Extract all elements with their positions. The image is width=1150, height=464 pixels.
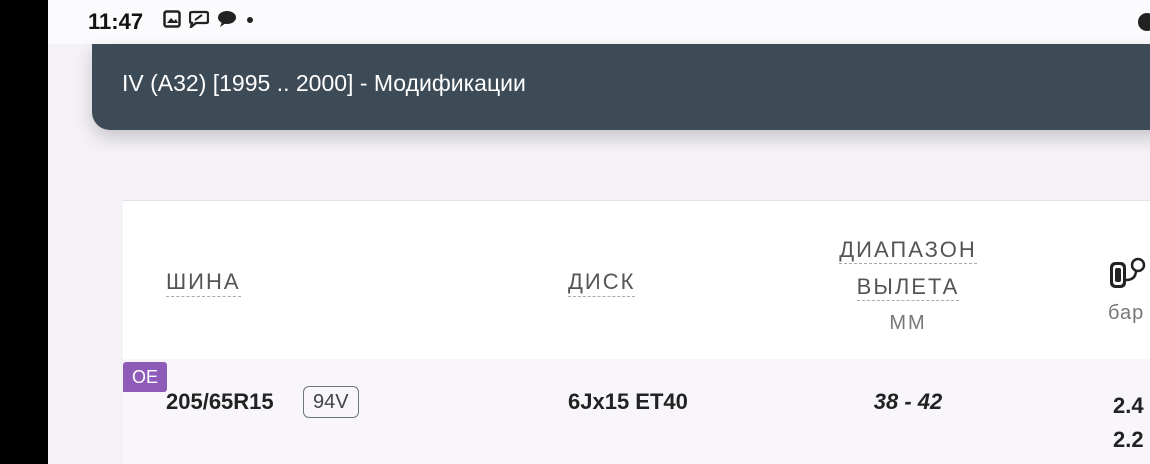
dot-icon	[245, 12, 255, 30]
screen: 11:47 IV (A32) [1995 .. 2000] - Модифика…	[48, 0, 1150, 464]
table-row[interactable]: OE 205/65R15 94V 6Jx15 ET40 38 - 42 2.4 …	[123, 359, 1150, 464]
column-header-tire[interactable]: ШИНА	[166, 269, 241, 297]
column-header-range-line2: ВЫЛЕТА	[856, 274, 960, 301]
column-header-range-line1: ДИАПАЗОН	[839, 237, 977, 264]
image-icon	[163, 9, 181, 33]
app-header: IV (A32) [1995 .. 2000] - Модификации	[92, 44, 1150, 130]
status-time: 11:47	[88, 9, 144, 34]
tire-size: 205/65R15	[166, 389, 274, 414]
status-bar: 11:47	[48, 0, 1150, 44]
column-header-range-unit: ММ	[889, 312, 927, 334]
status-icons	[163, 9, 255, 33]
pressure-rear: 2.2	[1113, 427, 1144, 452]
column-header-pressure-unit: бар	[1108, 302, 1145, 324]
disk-spec: 6Jx15 ET40	[568, 389, 688, 414]
column-header-pressure[interactable]: бар	[1108, 256, 1148, 325]
chat-icon	[188, 10, 210, 33]
pressure-front: 2.4	[1113, 393, 1144, 418]
offset-range: 38 - 42	[873, 389, 943, 414]
modifications-table: ШИНА ДИСК ДИАПАЗОН ВЫЛЕТА ММ бар OE 205/…	[123, 200, 1150, 464]
tire-pressure-icon	[1108, 257, 1148, 295]
load-index-badge: 94V	[303, 386, 359, 418]
column-header-offset-range[interactable]: ДИАПАЗОН ВЫЛЕТА ММ	[828, 231, 988, 342]
alarm-icon	[1138, 13, 1150, 31]
message-bubble-icon	[217, 10, 237, 33]
oe-badge: OE	[123, 362, 167, 392]
table-header: ШИНА ДИСК ДИАПАЗОН ВЫЛЕТА ММ бар	[123, 201, 1150, 360]
page-title: IV (A32) [1995 .. 2000] - Модификации	[122, 70, 526, 96]
column-header-disk[interactable]: ДИСК	[568, 269, 636, 297]
pressure-values: 2.4 2.2	[1113, 389, 1144, 457]
